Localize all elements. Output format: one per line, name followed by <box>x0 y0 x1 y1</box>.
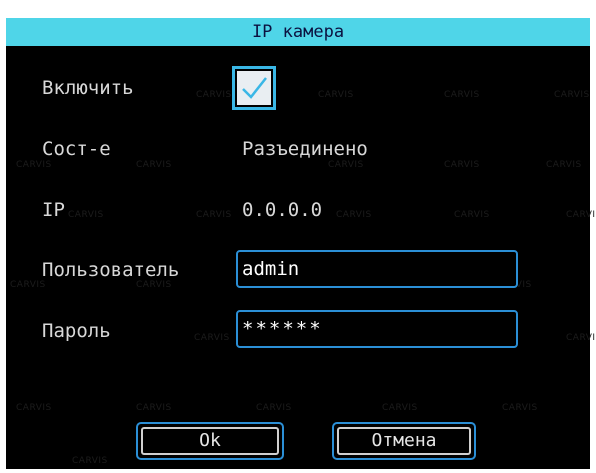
ip-label: IP <box>42 199 65 221</box>
user-label: Пользователь <box>42 259 180 281</box>
ok-button-label: Ok <box>141 427 279 455</box>
watermark: CARVIS <box>194 333 230 343</box>
watermark: CARVIS <box>16 403 52 413</box>
user-input[interactable]: admin <box>236 250 518 288</box>
password-input[interactable]: ****** <box>236 310 518 348</box>
watermark: CARVIS <box>16 160 52 170</box>
watermark: CARVIS <box>502 403 538 413</box>
watermark: CARVIS <box>328 160 364 170</box>
watermark: CARVIS <box>136 160 172 170</box>
watermark: CARVIS <box>256 403 292 413</box>
watermark: CARVIS <box>444 160 480 170</box>
ip-value: 0.0.0.0 <box>242 199 323 221</box>
watermark: CARVIS <box>566 333 596 343</box>
ok-button[interactable]: Ok <box>136 422 284 460</box>
watermark: CARVIS <box>136 403 172 413</box>
watermark: CARVIS <box>554 90 590 100</box>
watermark: CARVIS <box>68 210 104 220</box>
enable-checkbox[interactable] <box>232 66 276 110</box>
checkbox-box <box>237 71 271 105</box>
watermark: CARVIS <box>546 160 582 170</box>
watermark: CARVIS <box>318 90 354 100</box>
watermark: CARVIS <box>336 210 372 220</box>
watermark: CARVIS <box>196 210 232 220</box>
watermark: CARVIS <box>72 456 108 466</box>
watermark: CARVIS <box>196 90 232 100</box>
watermark: CARVIS <box>454 210 490 220</box>
ip-camera-dialog: IP камера CARVIS CARVIS CARVIS CARVIS CA… <box>6 18 596 469</box>
watermark: CARVIS <box>10 280 46 290</box>
watermark: CARVIS <box>136 280 172 290</box>
dialog-title: IP камера <box>6 18 590 46</box>
cancel-button[interactable]: Отмена <box>332 422 476 460</box>
enable-label: Включить <box>42 77 134 99</box>
status-label: Сост-е <box>42 138 111 160</box>
watermark: CARVIS <box>444 90 480 100</box>
cancel-button-label: Отмена <box>337 427 471 455</box>
password-label: Пароль <box>42 320 111 342</box>
status-value: Разъединено <box>242 138 368 160</box>
watermark: CARVIS <box>382 403 418 413</box>
checkmark-icon <box>242 77 267 99</box>
watermark: CARVIS <box>566 210 596 220</box>
